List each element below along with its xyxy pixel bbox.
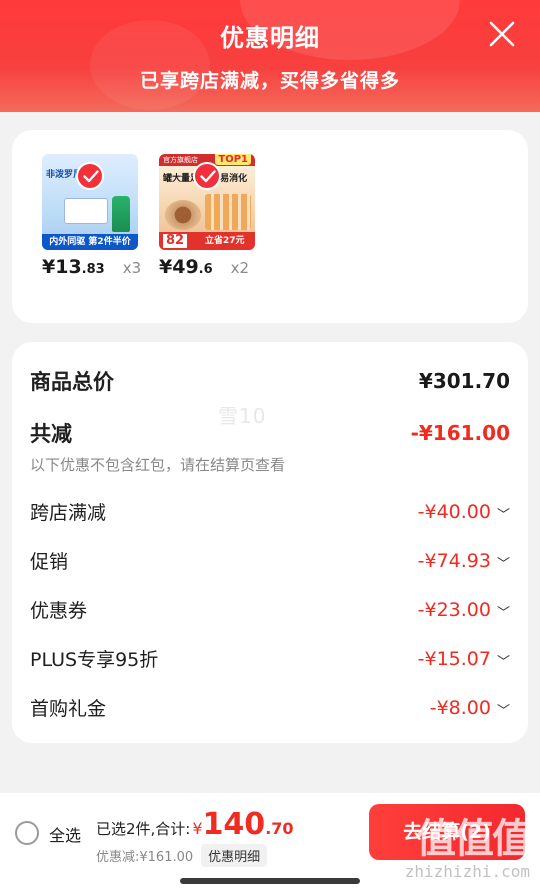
- discount-item-row[interactable]: 跨店满减 -¥40.00 ﹀: [30, 498, 510, 525]
- discount-item-value-group: -¥15.07 ﹀: [418, 648, 510, 670]
- product-price-row: ¥49.6 x2: [159, 256, 289, 278]
- page-subtitle: 已享跨店满减，买得多省得多: [139, 70, 400, 92]
- discount-item-value-group: -¥74.93 ﹀: [418, 550, 510, 572]
- total-amount-decimal: .70: [265, 819, 294, 838]
- discount-item-row[interactable]: 促销 -¥74.93 ﹀: [30, 547, 510, 574]
- thumbnail-box-graphic: [64, 198, 108, 224]
- selected-total: 已选2件,合计: ¥ 140 .70: [96, 807, 294, 842]
- discount-item-label: 促销: [30, 551, 69, 573]
- reduce-row: 共减 -¥161.00: [30, 418, 510, 448]
- home-indicator[interactable]: [180, 878, 360, 884]
- selected-text: 已选2件,合计:: [96, 820, 191, 838]
- thumbnail-number: 82: [163, 234, 188, 248]
- site-watermark: zhizhizhi.com: [404, 862, 530, 881]
- discount-item-row[interactable]: PLUS专享95折 -¥15.07 ﹀: [30, 645, 510, 672]
- thumbnail-can-graphic: [165, 200, 201, 230]
- product-item[interactable]: 官方旗舰店 TOP1 罐大量足 营养易消化 立省27元 82: [159, 154, 255, 250]
- header: 优惠明细 已享跨店满减，买得多省得多: [0, 0, 540, 112]
- discount-item-row[interactable]: 首购礼金 -¥8.00 ﹀: [30, 694, 510, 721]
- product-item[interactable]: 非泼罗尼 内外同驱 第2件半价: [42, 154, 138, 250]
- discount-item-value: -¥23.00: [417, 598, 491, 621]
- chevron-down-icon[interactable]: ﹀: [497, 553, 510, 572]
- product-price: ¥13.83: [42, 256, 105, 278]
- select-all-label[interactable]: 全选: [49, 822, 81, 846]
- check-icon: [193, 162, 221, 190]
- discount-item-label: 跨店满减: [30, 502, 107, 524]
- page-title: 优惠明细: [220, 24, 320, 52]
- discount-item-label: PLUS专享95折: [30, 649, 159, 671]
- discount-item-value-group: -¥23.00 ﹀: [418, 599, 510, 621]
- discount-item-value: -¥15.07: [417, 647, 491, 670]
- thumbnail-rank-badge: TOP1: [215, 154, 251, 165]
- reduce-value: -¥161.00: [410, 421, 510, 445]
- chevron-down-icon[interactable]: ﹀: [497, 700, 510, 719]
- discount-detail-button[interactable]: 优惠明细: [201, 844, 268, 867]
- chevron-down-icon[interactable]: ﹀: [497, 602, 510, 621]
- thumbnail-bottle-graphic: [112, 196, 130, 232]
- discount-item-label: 首购礼金: [30, 698, 107, 720]
- discount-item-value: -¥74.93: [417, 549, 491, 572]
- discount-item-value: -¥8.00: [429, 696, 491, 719]
- total-value: ¥301.70: [418, 369, 510, 393]
- discount-summary-card: 雪10 商品总价 ¥301.70 共减 -¥161.00 以下优惠不包含红包，请…: [12, 342, 528, 743]
- chevron-down-icon[interactable]: ﹀: [497, 651, 510, 670]
- product-thumbnail[interactable]: 非泼罗尼 内外同驱 第2件半价: [42, 154, 138, 250]
- total-amount: 140: [202, 807, 266, 842]
- check-icon: [76, 162, 104, 190]
- discount-note: 以下优惠不包含红包，请在结算页查看: [30, 456, 286, 474]
- thumbnail-cans-graphic: [205, 194, 251, 230]
- product-price-row: ¥13.83 x3: [42, 256, 172, 278]
- products-card: 非泼罗尼 内外同驱 第2件半价 ¥13.83 x3 官方旗舰店 TOP1 罐大量…: [12, 130, 528, 323]
- discount-item-value-group: -¥40.00 ﹀: [418, 501, 510, 523]
- product-price: ¥49.6: [159, 256, 213, 278]
- close-icon[interactable]: [488, 20, 516, 48]
- thumbnail-banner: 内外同驱 第2件半价: [42, 234, 138, 250]
- product-quantity: x2: [230, 259, 250, 277]
- discount-item-value: -¥40.00: [417, 500, 491, 523]
- product-quantity: x3: [122, 259, 142, 277]
- discount-item-row[interactable]: 优惠券 -¥23.00 ﹀: [30, 596, 510, 623]
- product-thumbnail[interactable]: 官方旗舰店 TOP1 罐大量足 营养易消化 立省27元 82: [159, 154, 255, 250]
- total-row: 商品总价 ¥301.70: [30, 366, 510, 396]
- discount-item-value-group: -¥8.00 ﹀: [430, 697, 510, 719]
- discount-item-label: 优惠券: [30, 600, 88, 622]
- discount-line: 优惠减:¥161.00 优惠明细: [96, 844, 268, 867]
- chevron-down-icon[interactable]: ﹀: [497, 504, 510, 523]
- total-currency: ¥: [192, 819, 203, 838]
- discount-amount: 优惠减:¥161.00: [96, 850, 194, 865]
- select-all-radio[interactable]: [15, 821, 39, 845]
- reduce-label: 共减: [30, 422, 72, 446]
- total-label: 商品总价: [30, 370, 114, 394]
- site-logo-watermark: 值值值: [416, 816, 532, 862]
